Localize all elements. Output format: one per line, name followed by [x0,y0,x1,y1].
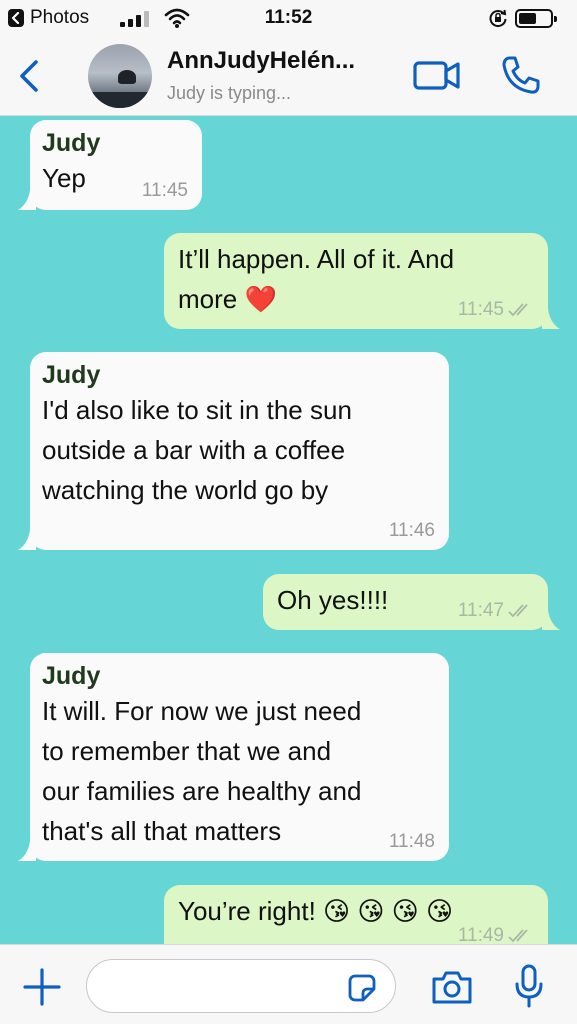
message-time: 11:48 [388,831,435,852]
message-text: I'd also like to sit in the sun outside … [42,395,352,505]
outgoing-message[interactable]: Oh yes!!!! 11:47 [263,574,560,630]
chat-title[interactable]: AnnJudyHelén... [167,47,355,75]
outgoing-message[interactable]: You’re right! 😘 😘 😘 😘 11:49 [164,885,548,944]
back-button[interactable] [10,56,50,96]
bubble-tail [18,530,36,550]
message-time: 11:49 [457,925,504,944]
chat-header: AnnJudyHelén... Judy is typing... [0,38,577,116]
typing-indicator: Judy is typing... [167,83,292,103]
message-time: 11:45 [457,299,504,320]
sender-name: Judy [42,662,101,690]
incoming-message[interactable]: Judy I'd also like to sit in the sun out… [18,352,449,550]
bubble-tail [542,309,560,329]
battery-icon [515,9,557,28]
incoming-message[interactable]: Judy It will. For now we just need to re… [18,653,449,861]
bubble-tail [18,190,36,210]
microphone-button[interactable] [514,963,544,1009]
composer-bar [0,944,577,1024]
message-text: It will. For now we just need to remembe… [42,696,362,846]
bubble-tail [542,610,560,630]
attach-plus-button[interactable] [22,967,62,1007]
sticker-button[interactable] [347,973,377,1003]
message-time: 11:46 [388,520,435,541]
status-bar: Photos 11:52 [0,0,577,38]
message-time: 11:45 [141,180,188,201]
voice-call-button[interactable] [500,54,542,96]
bubble-tail [18,841,36,861]
double-check-icon [508,929,528,943]
sender-name: Judy [42,129,101,157]
incoming-message[interactable]: Judy Yep 11:45 [18,120,202,210]
camera-button[interactable] [430,969,474,1005]
sender-name: Judy [42,361,101,389]
outgoing-message[interactable]: It’ll happen. All of it. And more ❤️ 11:… [164,233,560,329]
message-time: 11:47 [457,600,504,621]
double-check-icon [508,604,528,618]
group-avatar[interactable] [88,44,152,108]
message-list[interactable]: Judy Yep 11:45 It’ll happen. All of it. … [0,116,577,944]
video-call-button[interactable] [412,58,462,92]
double-check-icon [508,303,528,317]
rotation-lock-icon [489,9,507,28]
